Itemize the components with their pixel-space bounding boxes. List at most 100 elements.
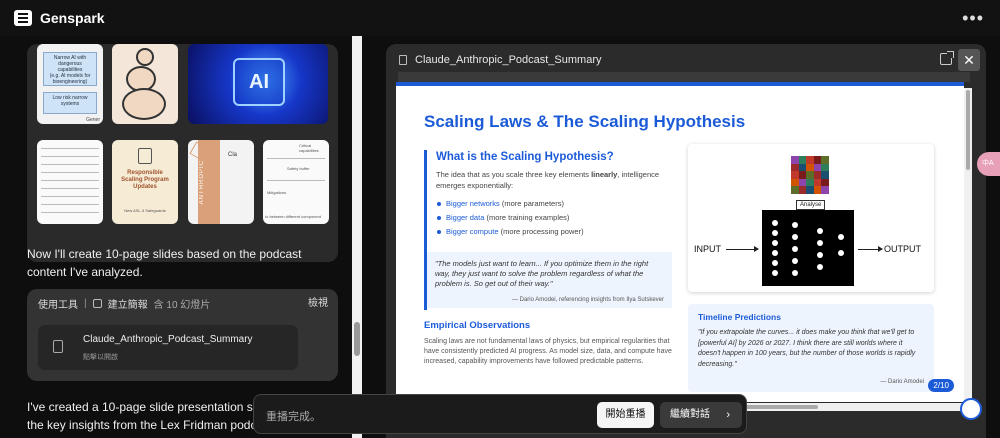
heatmap-cell (813, 178, 822, 187)
thumb-line (41, 204, 99, 205)
heatmap-cell (821, 171, 829, 179)
tool-count: 含 10 幻燈片 (153, 300, 211, 311)
text-part: The idea that as you scale three key ele… (436, 170, 592, 179)
thumb-text: to between different component (265, 214, 321, 219)
quote-box: "The models just want to learn... If you… (424, 252, 672, 308)
thumbnail-5[interactable]: Responsible Scaling Program Updates New … (112, 140, 178, 224)
heatmap-cell (806, 186, 814, 194)
quote-text: "The models just want to learn... If you… (435, 259, 649, 288)
bullet-key: Bigger data (446, 213, 485, 222)
start-replay-button[interactable]: 開始重播 (597, 402, 654, 428)
heatmap-cell (806, 171, 814, 179)
network-node (792, 222, 798, 228)
thumb-block: Narrow AI with dangerous capabilities (e.… (43, 52, 97, 86)
continue-chat-button[interactable]: 繼續對話 › (660, 402, 742, 428)
thumb-line (41, 164, 99, 165)
network-node (792, 270, 798, 276)
network-node (772, 220, 778, 226)
chat-scrollbar[interactable] (352, 36, 362, 438)
heatmap-cell (821, 186, 829, 194)
thumbnail-1[interactable]: Narrow AI with dangerous capabilities (e.… (37, 44, 103, 124)
thumbnail-6[interactable]: ANTHROPIC Cla (188, 140, 254, 224)
brand-name[interactable]: Genspark (40, 10, 105, 26)
heatmap-cell (821, 156, 829, 164)
chevron-right-icon: › (726, 409, 730, 421)
thumbnail-7[interactable]: Critical capabilities Safety buffer Miti… (263, 140, 329, 224)
heatmap-cell (806, 163, 814, 172)
thumb-vertical-text: ANTHROPIC (199, 160, 205, 205)
input-label: INPUT (694, 244, 721, 254)
thumbnail-4[interactable] (37, 140, 103, 224)
analyse-label: Analyse (796, 200, 826, 210)
more-menu-icon[interactable]: ••• (962, 8, 984, 29)
preview-title: Claude_Anthropic_Podcast_Summary (415, 54, 602, 66)
heatmap-cell (806, 156, 814, 164)
tool-action: 建立簡報 (107, 300, 148, 311)
network-node (772, 260, 778, 266)
network-node (817, 228, 823, 234)
document-icon (399, 55, 407, 65)
heatmap-cell (791, 178, 799, 187)
heatmap-cell (798, 171, 807, 179)
empirical-text: Scaling laws are not fundamental laws of… (424, 338, 672, 365)
slide-file-item[interactable]: Claude_Anthropic_Podcast_Summary 點擊以開啟 (38, 325, 298, 370)
thumb-text: Mitigations (267, 190, 287, 195)
chat-scrollbar-thumb[interactable] (354, 322, 360, 356)
thumb-line (41, 188, 99, 189)
heatmap-cell (791, 171, 799, 179)
file-name: Claude_Anthropic_Podcast_Summary (83, 334, 253, 345)
ai-chip-icon: AI (233, 58, 285, 106)
slide-title: Scaling Laws & The Scaling Hypothesis (424, 112, 746, 131)
thumbnail-3[interactable]: AI (188, 44, 328, 124)
tool-call-card: 使用工具 | 建立簡報 含 10 幻燈片 檢視 Claude_Anthropic… (27, 289, 338, 381)
heatmap-cell (798, 186, 807, 194)
thumb-line (41, 148, 99, 149)
quote-attribution: — Dario Amodei, referencing insights fro… (511, 297, 664, 303)
preview-toolbar-strip (398, 72, 970, 82)
neural-network-diagram: Analyse INPUT OUTPUT (688, 144, 934, 292)
heatmap-cell (813, 156, 822, 164)
chat-panel: Narrow AI with dangerous capabilities (e.… (0, 36, 355, 438)
view-button[interactable]: 檢視 (308, 294, 328, 309)
network-node (772, 240, 778, 246)
input-arrow-icon (726, 246, 759, 252)
timeline-attribution: — Dario Amodei (880, 379, 924, 385)
network-node (772, 230, 778, 236)
slide-preview-panel: Claude_Anthropic_Podcast_Summary ✕ Scali… (386, 44, 986, 438)
network-node (772, 270, 778, 276)
heatmap-cell (806, 178, 814, 187)
scrollbar-thumb[interactable] (966, 90, 970, 170)
network-graphic (762, 210, 854, 286)
thumb-shape (122, 88, 166, 120)
slide-vertical-scrollbar[interactable] (964, 88, 972, 404)
open-external-icon[interactable] (940, 51, 954, 65)
assistant-fab-icon[interactable] (960, 398, 982, 420)
timeline-quote: "If you extrapolate the curves... it doe… (698, 329, 916, 368)
thumb-text: Safety buffer (287, 166, 310, 171)
continue-chat-label: 繼續對話 (670, 409, 710, 420)
empirical-heading: Empirical Observations (424, 320, 531, 331)
hypothesis-heading: What is the Scaling Hypothesis? (436, 151, 614, 163)
heatmap-cell (813, 171, 822, 179)
close-preview-button[interactable]: ✕ (958, 49, 980, 71)
heatmap-cell (821, 163, 829, 172)
thumb-line (267, 180, 325, 181)
thumb-block: Low risk narrow systems (43, 92, 97, 114)
heatmap-cell (798, 163, 807, 172)
slide-canvas: Scaling Laws & The Scaling Hypothesis Wh… (396, 82, 964, 402)
thumb-line (41, 172, 99, 173)
slide-thumbnail-gallery: Narrow AI with dangerous capabilities (e.… (27, 44, 338, 262)
top-bar: Genspark ••• (0, 0, 1000, 36)
network-node (792, 258, 798, 264)
thumb-text: Narrow AI with dangerous capabilities (53, 55, 87, 73)
heatmap-cell (798, 178, 807, 187)
thumb-sub: New ASL-3 Safeguards (124, 208, 166, 213)
output-label: OUTPUT (884, 244, 921, 254)
tool-label: 使用工具 (38, 300, 78, 311)
heatmap-cell (791, 156, 799, 164)
scaling-bullets: Bigger networks (more parameters) Bigger… (436, 197, 672, 239)
genspark-logo-icon[interactable] (14, 10, 32, 26)
replay-status: 重播完成。 (266, 411, 321, 423)
translate-tab[interactable]: 中A (977, 152, 1000, 176)
thumbnail-2[interactable] (112, 44, 178, 124)
